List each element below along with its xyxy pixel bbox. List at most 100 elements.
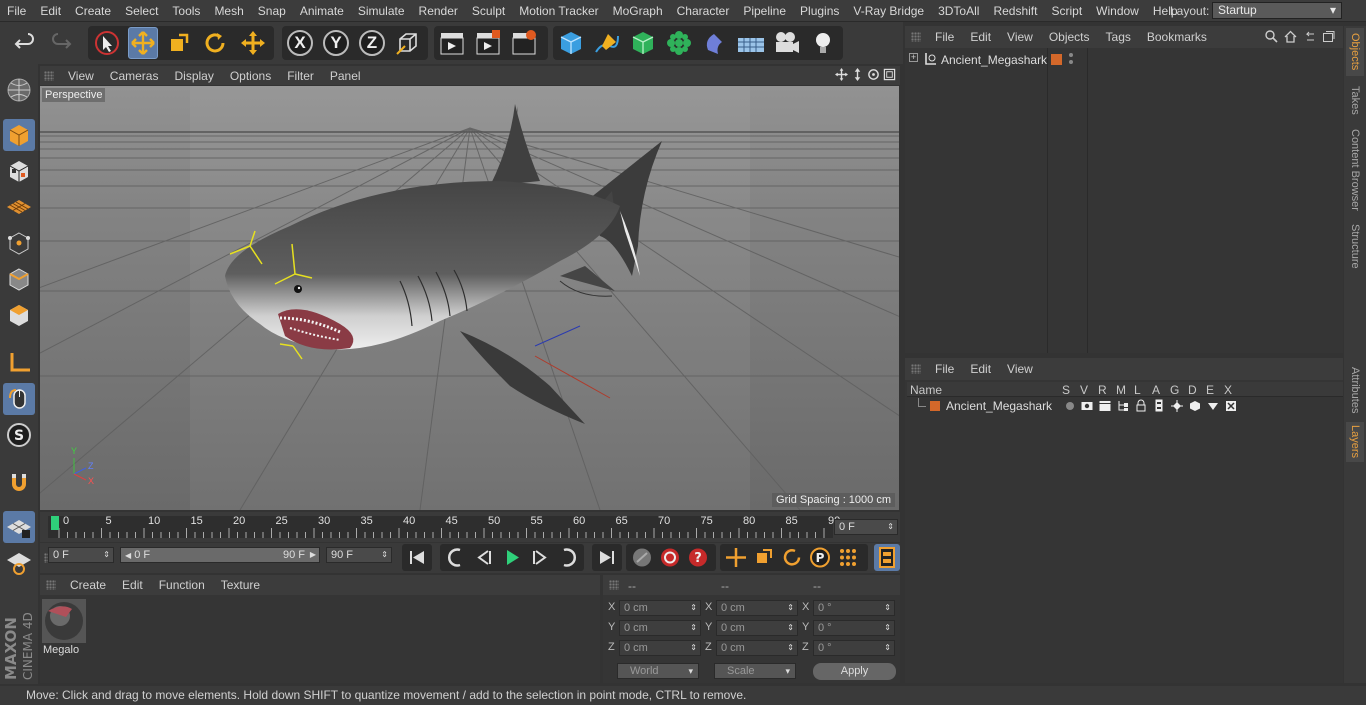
object-row-megashark[interactable]: + Ancient_Megashark bbox=[905, 50, 1343, 70]
x-axis-lock-button[interactable]: X bbox=[285, 27, 315, 59]
objects-menu-tags[interactable]: Tags bbox=[1098, 30, 1139, 44]
add-deformer-button[interactable] bbox=[700, 27, 730, 59]
add-light-button[interactable] bbox=[808, 27, 838, 59]
y-axis-lock-button[interactable]: Y bbox=[321, 27, 351, 59]
add-floor-button[interactable] bbox=[736, 27, 766, 59]
perspective-viewport[interactable]: Y Z X Perspective Grid Spacing : 1000 cm bbox=[40, 86, 899, 510]
drag-handle-icon[interactable] bbox=[911, 364, 921, 374]
point-mode-button[interactable] bbox=[3, 227, 35, 259]
transform-tool-button[interactable] bbox=[238, 27, 268, 59]
add-cloner-button[interactable] bbox=[664, 27, 694, 59]
menu-edit[interactable]: Edit bbox=[33, 4, 68, 18]
material-menu-create[interactable]: Create bbox=[62, 578, 114, 592]
new-window-icon[interactable] bbox=[1322, 30, 1335, 43]
drag-handle-icon[interactable] bbox=[911, 32, 921, 42]
col-solo[interactable]: S bbox=[1062, 383, 1070, 397]
make-editable-button[interactable] bbox=[3, 74, 35, 106]
back-arrow-icon[interactable] bbox=[1303, 30, 1316, 43]
search-icon[interactable] bbox=[1265, 30, 1278, 43]
frame-range-slider[interactable]: ◀ 0 F 90 F ▶ bbox=[120, 547, 320, 563]
col-manager[interactable]: M bbox=[1116, 383, 1126, 397]
solo-mode-button[interactable]: S bbox=[3, 419, 35, 451]
menu-plugins[interactable]: Plugins bbox=[793, 4, 846, 18]
add-camera-button[interactable] bbox=[772, 27, 802, 59]
coord-field[interactable]: 0 cm ⇕ bbox=[619, 600, 701, 616]
col-animation[interactable]: A bbox=[1152, 383, 1160, 397]
home-icon[interactable] bbox=[1284, 30, 1297, 43]
menu-create[interactable]: Create bbox=[68, 4, 118, 18]
autokeying-button[interactable]: ? bbox=[684, 544, 712, 571]
menu-vray-bridge[interactable]: V-Ray Bridge bbox=[846, 4, 931, 18]
previous-key-button[interactable] bbox=[442, 544, 470, 571]
col-name[interactable]: Name bbox=[910, 383, 942, 397]
next-key-button[interactable] bbox=[554, 544, 582, 571]
rotate-tool-button[interactable] bbox=[200, 27, 230, 59]
key-rotation-button[interactable] bbox=[778, 544, 806, 571]
timeline-window-button[interactable] bbox=[874, 544, 900, 571]
layer-color-swatch[interactable] bbox=[930, 401, 940, 411]
viewport-zoom-icon[interactable] bbox=[851, 68, 864, 81]
eye-icon[interactable] bbox=[1081, 400, 1093, 412]
material-menu-function[interactable]: Function bbox=[151, 578, 213, 592]
layer-color-swatch[interactable] bbox=[1051, 54, 1062, 65]
col-expressions[interactable]: E bbox=[1206, 383, 1214, 397]
render-clapper-icon[interactable] bbox=[1099, 400, 1111, 412]
menu-window[interactable]: Window bbox=[1089, 4, 1146, 18]
menu-simulate[interactable]: Simulate bbox=[351, 4, 412, 18]
menu-3dtoall[interactable]: 3DToAll bbox=[931, 4, 986, 18]
lock-icon[interactable] bbox=[1135, 399, 1147, 412]
key-pla-button[interactable] bbox=[834, 544, 862, 571]
menu-redshift[interactable]: Redshift bbox=[986, 4, 1044, 18]
tab-structure[interactable]: Structure bbox=[1346, 220, 1364, 272]
add-cube-button[interactable] bbox=[556, 27, 586, 59]
menu-pipeline[interactable]: Pipeline bbox=[736, 4, 793, 18]
go-to-end-button[interactable] bbox=[592, 544, 622, 571]
key-position-button[interactable] bbox=[722, 544, 750, 571]
menu-snap[interactable]: Snap bbox=[251, 4, 293, 18]
menu-sculpt[interactable]: Sculpt bbox=[465, 4, 512, 18]
viewport-pan-icon[interactable] bbox=[835, 68, 848, 81]
coord-field[interactable]: 0 cm ⇕ bbox=[716, 600, 798, 616]
model-mode-button[interactable] bbox=[3, 119, 35, 151]
undo-button[interactable] bbox=[10, 27, 40, 59]
size-mode-dropdown[interactable]: Scale ▾ bbox=[714, 663, 796, 679]
layer-row-megashark[interactable]: Ancient_Megashark bbox=[907, 398, 1343, 414]
coord-field[interactable]: 0 cm ⇕ bbox=[619, 640, 701, 656]
coord-field[interactable]: 0 cm ⇕ bbox=[619, 620, 701, 636]
key-scale-button[interactable] bbox=[750, 544, 778, 571]
menu-tools[interactable]: Tools bbox=[165, 4, 207, 18]
timeline-ruler[interactable]: 051015202530354045505560657075808590 0 F… bbox=[40, 512, 900, 542]
material-menu-texture[interactable]: Texture bbox=[213, 578, 268, 592]
key-parameter-button[interactable]: P bbox=[806, 544, 834, 571]
render-to-picture-viewer-button[interactable] bbox=[473, 27, 503, 59]
previous-frame-button[interactable] bbox=[470, 544, 498, 571]
visibility-dots-icon[interactable] bbox=[1069, 53, 1073, 66]
xref-icon[interactable] bbox=[1225, 400, 1237, 412]
layers-menu-edit[interactable]: Edit bbox=[962, 362, 999, 376]
coord-field[interactable]: 0 ° ⇕ bbox=[813, 600, 895, 616]
viewport-menu-panel[interactable]: Panel bbox=[322, 69, 369, 83]
generator-icon[interactable] bbox=[1171, 400, 1183, 412]
col-render[interactable]: R bbox=[1098, 383, 1107, 397]
drag-handle-icon[interactable] bbox=[44, 70, 54, 81]
coord-field[interactable]: 0 ° ⇕ bbox=[813, 640, 895, 656]
add-spline-button[interactable] bbox=[592, 27, 622, 59]
layout-dropdown[interactable]: Startup bbox=[1212, 2, 1342, 19]
drag-handle-icon[interactable] bbox=[46, 580, 56, 590]
locked-workplane-button[interactable] bbox=[3, 511, 35, 543]
deformer-icon[interactable] bbox=[1189, 400, 1201, 412]
layers-menu-file[interactable]: File bbox=[927, 362, 962, 376]
current-frame-field[interactable]: 0 F ⇕ bbox=[834, 519, 898, 535]
play-forward-button[interactable] bbox=[498, 544, 526, 571]
polygon-mode-button[interactable] bbox=[3, 299, 35, 331]
tweak-mode-button[interactable] bbox=[3, 383, 35, 415]
col-locked[interactable]: L bbox=[1134, 383, 1141, 397]
edge-mode-button[interactable] bbox=[3, 263, 35, 295]
live-selection-button[interactable] bbox=[92, 27, 122, 59]
col-deformers[interactable]: D bbox=[1188, 383, 1197, 397]
texture-mode-button[interactable] bbox=[3, 155, 35, 187]
move-tool-button[interactable] bbox=[128, 27, 158, 59]
objects-menu-view[interactable]: View bbox=[999, 30, 1041, 44]
menu-animate[interactable]: Animate bbox=[293, 4, 351, 18]
record-active-objects-button[interactable] bbox=[656, 544, 684, 571]
